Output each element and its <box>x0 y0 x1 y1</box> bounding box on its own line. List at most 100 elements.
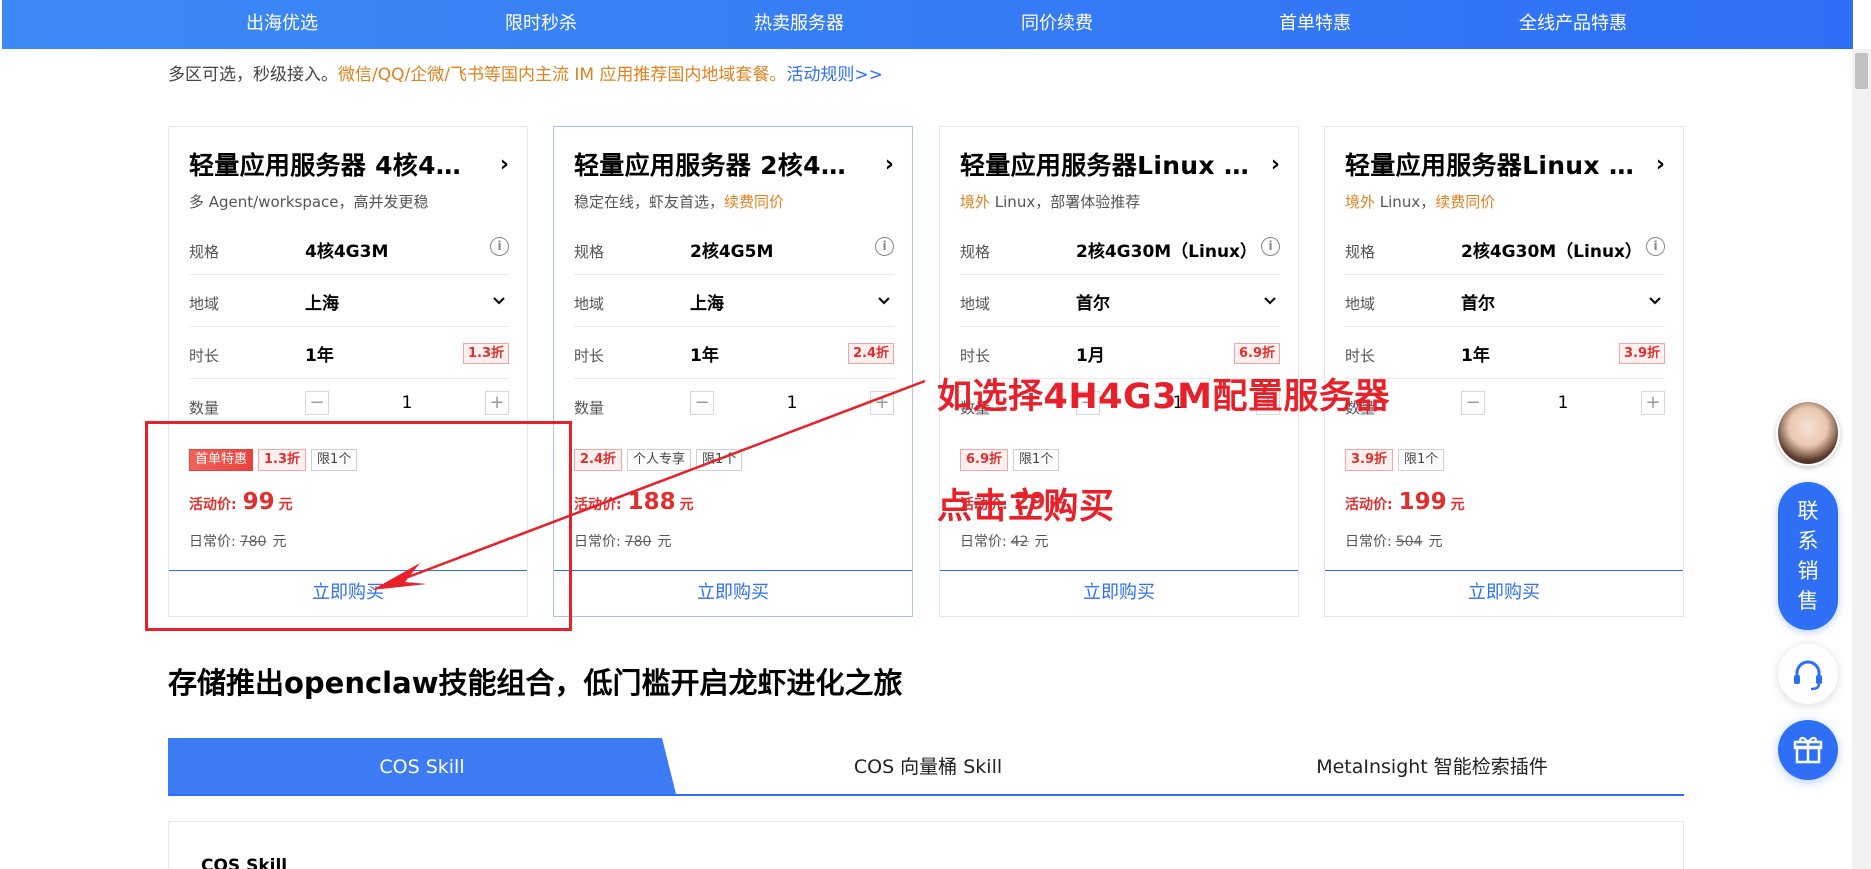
duration-select[interactable]: 1月 <box>1076 341 1105 366</box>
quantity-input[interactable]: 1 <box>335 393 479 413</box>
product-card: 轻量应用服务器 2核4G5M › 稳定在线，虾友首选，续费同价 规格 2核4G5… <box>553 126 913 617</box>
quantity-row: 数量 − 1 + <box>574 379 894 431</box>
contact-char: 销 <box>1797 559 1819 583</box>
info-icon[interactable]: i <box>875 237 894 256</box>
chevron-down-icon[interactable] <box>491 293 507 309</box>
buy-now-button[interactable]: 立即购买 <box>1325 570 1683 616</box>
info-icon[interactable]: i <box>1646 237 1665 256</box>
region-row[interactable]: 地域 上海 <box>189 275 509 327</box>
card-subtitle-text: 稳定在线，虾友首选， <box>574 193 725 211</box>
spec-value: 2核4G30M（Linux） <box>1076 242 1258 262</box>
duration-label: 时长 <box>960 347 991 365</box>
duration-select[interactable]: 1年 <box>690 341 719 366</box>
contact-char: 联 <box>1797 499 1819 523</box>
quantity-stepper[interactable]: − 1 + <box>690 391 894 417</box>
region-select[interactable]: 首尔 <box>1461 289 1495 314</box>
nav-item-all-products[interactable]: 全线产品特惠 <box>1519 0 1627 49</box>
chevron-right-icon: › <box>884 151 894 177</box>
scrollbar-thumb[interactable] <box>1855 53 1868 89</box>
quantity-plus-button[interactable]: + <box>870 391 894 415</box>
spec-label: 规格 <box>189 243 220 261</box>
activity-price-label: 活动价: <box>1345 497 1393 513</box>
region-select[interactable]: 上海 <box>305 289 339 314</box>
card-subtitle-text: Linux， <box>1375 193 1436 211</box>
notice-highlight: 微信/QQ/企微/飞书等国内主流 IM 应用推荐国内地域套餐。 <box>338 65 787 85</box>
region-select[interactable]: 上海 <box>690 289 724 314</box>
gift-icon <box>1793 736 1823 764</box>
quantity-minus-button[interactable]: − <box>305 391 329 415</box>
panel-title: COS Skill <box>201 856 288 869</box>
info-icon[interactable]: i <box>490 237 509 256</box>
quantity-minus-button[interactable]: − <box>1461 391 1485 415</box>
quantity-minus-button[interactable]: − <box>690 391 714 415</box>
quantity-input[interactable]: 1 <box>720 393 864 413</box>
buy-now-button[interactable]: 立即购买 <box>940 570 1298 616</box>
quantity-plus-button[interactable]: + <box>1641 391 1665 415</box>
annotation-text-config: 如选择4H4G3M配置服务器 <box>937 377 1390 417</box>
card-header-link[interactable]: 轻量应用服务器Linux 2核4G30M › <box>1345 147 1665 181</box>
region-select[interactable]: 首尔 <box>1076 289 1110 314</box>
chevron-down-icon[interactable] <box>1262 293 1278 309</box>
spec-row: 规格 2核4G30M（Linux） i <box>960 223 1280 275</box>
quantity-stepper[interactable]: − 1 + <box>1461 391 1665 417</box>
duration-label: 时长 <box>1345 347 1376 365</box>
promo-tag: 限1个 <box>1013 449 1060 471</box>
region-row[interactable]: 地域 首尔 <box>1345 275 1665 327</box>
tab-cos-vector-bucket[interactable]: COS 向量桶 Skill <box>676 738 1180 794</box>
region-label: 地域 <box>1345 295 1376 313</box>
support-button[interactable] <box>1778 644 1838 704</box>
card-subtitle-prefix: 境外 <box>1345 193 1376 211</box>
gift-button[interactable] <box>1778 720 1838 780</box>
nav-item-overseas[interactable]: 出海优选 <box>246 0 318 49</box>
nav-item-same-price-renewal[interactable]: 同价续费 <box>1021 0 1093 49</box>
chevron-down-icon[interactable] <box>1647 293 1663 309</box>
nav-item-first-order[interactable]: 首单特惠 <box>1279 0 1351 49</box>
assistant-avatar[interactable] <box>1776 400 1840 466</box>
chevron-right-icon: › <box>1270 151 1280 177</box>
nav-item-hot-servers[interactable]: 热卖服务器 <box>754 0 844 49</box>
card-subtitle-prefix: 境外 <box>960 193 991 211</box>
quantity-row: 数量 − 1 + <box>1345 379 1665 431</box>
chevron-right-icon: › <box>1655 151 1665 177</box>
card-title: 轻量应用服务器Linux 2核4G30M <box>1345 151 1635 180</box>
regular-price-value: 504 <box>1395 534 1423 550</box>
tab-metainsight[interactable]: MetaInsight 智能检索插件 <box>1180 738 1684 794</box>
buy-now-button[interactable]: 立即购买 <box>554 570 912 616</box>
duration-row[interactable]: 时长 1年 2.4折 <box>574 327 894 379</box>
card-header-link[interactable]: 轻量应用服务器 4核4G3M › <box>189 147 509 181</box>
contact-char: 系 <box>1797 529 1819 553</box>
spec-row: 规格 2核4G30M（Linux） i <box>1345 223 1665 275</box>
duration-row[interactable]: 时长 1年 1.3折 <box>189 327 509 379</box>
top-nav: 出海优选 限时秒杀 热卖服务器 同价续费 首单特惠 全线产品特惠 <box>2 0 1853 49</box>
info-icon[interactable]: i <box>1261 237 1280 256</box>
contact-sales-button[interactable]: 联 系 销 售 <box>1778 482 1838 630</box>
activity-rules-link[interactable]: 活动规则>> <box>786 65 883 85</box>
card-header-link[interactable]: 轻量应用服务器 2核4G5M › <box>574 147 894 181</box>
activity-price-label: 活动价: <box>574 497 622 513</box>
tab-cos-skill[interactable]: COS Skill <box>168 738 676 794</box>
duration-select[interactable]: 1年 <box>305 341 334 366</box>
vertical-scrollbar[interactable] <box>1852 49 1871 869</box>
spec-value: 2核4G30M（Linux） <box>1461 242 1643 262</box>
quantity-stepper[interactable]: − 1 + <box>305 391 509 417</box>
duration-row[interactable]: 时长 1年 3.9折 <box>1345 327 1665 379</box>
quantity-plus-button[interactable]: + <box>485 391 509 415</box>
spec-value: 2核4G5M <box>690 242 774 262</box>
quantity-input[interactable]: 1 <box>1491 393 1635 413</box>
regular-price-label: 日常价: <box>574 534 621 550</box>
page-root: 出海优选 限时秒杀 热卖服务器 同价续费 首单特惠 全线产品特惠 多区可选，秒级… <box>0 0 1871 869</box>
nav-item-flash-sale[interactable]: 限时秒杀 <box>505 0 577 49</box>
price-unit: 元 <box>657 534 672 550</box>
activity-price: 活动价: 199 元 <box>1345 489 1465 515</box>
chevron-down-icon[interactable] <box>876 293 892 309</box>
region-row[interactable]: 地域 上海 <box>574 275 894 327</box>
regular-price-value: 42 <box>1010 534 1029 550</box>
promo-tag: 2.4折 <box>574 449 623 471</box>
duration-label: 时长 <box>574 347 605 365</box>
promo-tag: 限1个 <box>696 449 743 471</box>
region-row[interactable]: 地域 首尔 <box>960 275 1280 327</box>
duration-select[interactable]: 1年 <box>1461 341 1490 366</box>
card-subtitle: 境外 Linux，部署体验推荐 <box>960 191 1140 212</box>
card-header-link[interactable]: 轻量应用服务器Linux 2核4G30M › <box>960 147 1280 181</box>
regular-price-label: 日常价: <box>1345 534 1392 550</box>
